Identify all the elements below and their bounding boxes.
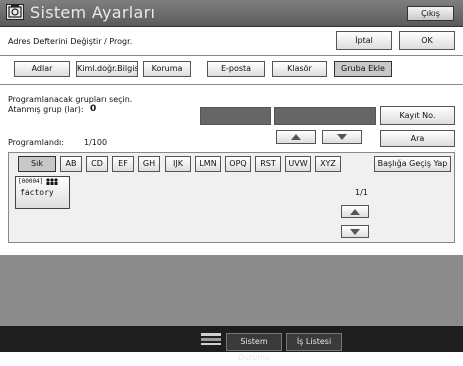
cancel-button[interactable]: İptal <box>336 31 392 50</box>
group-icon <box>46 178 58 187</box>
entry-number: [00004] <box>18 178 44 185</box>
scroll-down-button[interactable] <box>322 130 362 144</box>
divider <box>0 55 463 56</box>
search-button[interactable]: Ara <box>380 130 455 147</box>
instruction-text: Programlanacak grupları seçin. <box>8 95 133 104</box>
title-bar: Sistem Ayarları Çıkış <box>0 0 463 27</box>
index-key-ab[interactable]: AB <box>60 156 82 172</box>
assigned-groups-label: Atanmış grup (lar): <box>8 105 84 114</box>
index-key-rst[interactable]: RST <box>255 156 281 172</box>
group-entry-button[interactable]: [00004] factory <box>15 176 70 209</box>
programmed-count: 1/100 <box>84 138 108 147</box>
arrow-down-icon <box>337 133 347 140</box>
window-title: Sistem Ayarları <box>30 3 156 22</box>
page-down-button[interactable] <box>341 225 369 238</box>
index-key-cd[interactable]: CD <box>86 156 108 172</box>
register-number-button[interactable]: Kayıt No. <box>380 106 455 125</box>
group-slot <box>200 107 271 125</box>
index-key-opq[interactable]: OPQ <box>225 156 251 172</box>
group-slot <box>274 107 376 125</box>
switch-title-button[interactable]: Başlığa Geçiş Yap <box>374 156 451 172</box>
assigned-count: 0 <box>90 104 97 114</box>
tab-folder[interactable]: Klasör <box>272 61 327 77</box>
machine-status-icon <box>200 332 222 346</box>
index-key-gh[interactable]: GH <box>138 156 160 172</box>
ok-button[interactable]: OK <box>399 31 455 50</box>
arrow-up-icon <box>350 208 360 215</box>
job-list-button[interactable]: İş Listesi <box>286 333 342 351</box>
message-area <box>0 255 463 326</box>
arrow-up-icon <box>291 133 301 140</box>
tab-names[interactable]: Adlar <box>14 61 70 77</box>
exit-button[interactable]: Çıkış <box>407 6 454 21</box>
tab-auth-info[interactable]: Kiml.doğr.Bilgisi <box>76 61 138 77</box>
tab-protection[interactable]: Koruma <box>143 61 191 77</box>
divider <box>0 84 463 85</box>
index-key-lmn[interactable]: LMN <box>195 156 221 172</box>
entry-name: factory <box>20 188 54 197</box>
index-key-xyz[interactable]: XYZ <box>315 156 341 172</box>
tab-email[interactable]: E-posta <box>207 61 265 77</box>
tab-add-to-group[interactable]: Gruba Ekle <box>334 61 392 77</box>
index-key-ijk[interactable]: IJK <box>165 156 191 172</box>
system-status-button[interactable]: Sistem Durumu <box>226 333 282 362</box>
breadcrumb: Adres Defterini Değiştir / Progr. <box>8 37 133 46</box>
settings-machine-icon <box>6 4 24 20</box>
page-indicator: 1/1 <box>355 188 368 197</box>
arrow-down-icon <box>350 228 360 235</box>
programmed-label: Programlandı: <box>8 138 64 147</box>
index-key-frequent[interactable]: Sık <box>18 156 56 172</box>
index-key-ef[interactable]: EF <box>112 156 134 172</box>
index-key-uvw[interactable]: UVW <box>285 156 311 172</box>
page-up-button[interactable] <box>341 205 369 218</box>
scroll-up-button[interactable] <box>276 130 316 144</box>
